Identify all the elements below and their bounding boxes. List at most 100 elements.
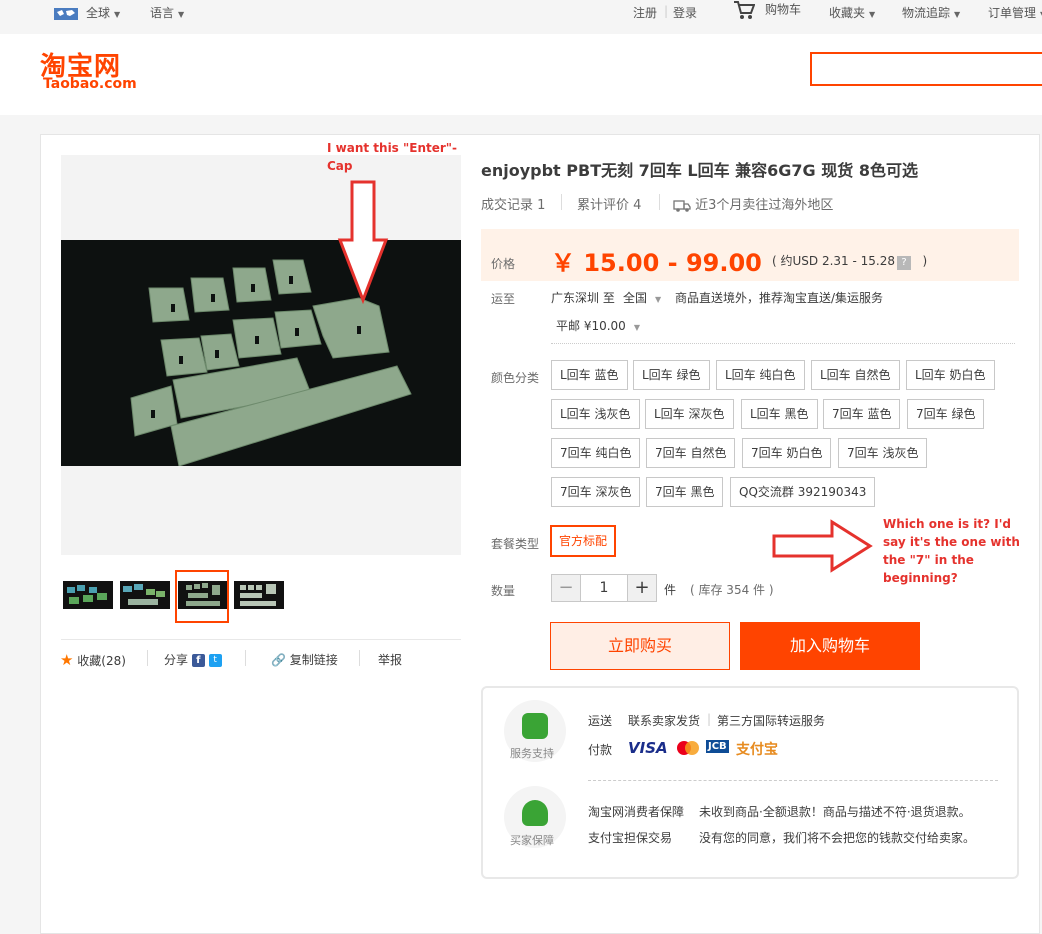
- product-title: enjoypbt PBT无刻 7回车 L回车 兼容6G7G 现货 8色可选: [481, 161, 918, 180]
- world-map-icon: [54, 7, 78, 20]
- mastercard-icon: [677, 741, 699, 755]
- service-pay-label: 付款: [588, 743, 613, 757]
- orders-menu[interactable]: 订单管理▼: [988, 4, 1042, 21]
- twitter-icon[interactable]: t: [208, 654, 222, 667]
- divider: |: [664, 4, 669, 18]
- package-option-selected[interactable]: 官方标配: [550, 525, 617, 557]
- search-input[interactable]: [810, 52, 1042, 86]
- sku-option[interactable]: 7回车 深灰色: [551, 477, 641, 507]
- region-selector[interactable]: 全球 ▼: [54, 4, 120, 21]
- thumbnail-4[interactable]: [234, 581, 284, 609]
- divider: [561, 194, 562, 210]
- caret-down-icon: ▼: [655, 295, 662, 304]
- ship-from: 广东深圳 至: [551, 291, 615, 305]
- package-label: 套餐类型: [491, 537, 540, 551]
- annotation-arrow-right: [772, 519, 873, 573]
- quantity-label: 数量: [491, 584, 516, 598]
- review-count[interactable]: 累计评价 4: [577, 194, 641, 213]
- divider: |: [707, 712, 712, 726]
- alipay-icon: 支付宝: [736, 742, 778, 758]
- taobao-logo-en: Taobao.com: [43, 76, 137, 92]
- color-label: 颜色分类: [491, 371, 540, 385]
- guarantee-1-text: 未收到商品·全额退款！商品与描述不符·退货退款。: [699, 805, 971, 819]
- sku-option[interactable]: L回车 深灰色: [645, 399, 734, 429]
- support-icon: [522, 713, 548, 739]
- sku-option[interactable]: QQ交流群 392190343: [730, 477, 876, 507]
- stock-count: ( 库存 354 件 ): [690, 583, 774, 597]
- cart-link[interactable]: 购物车: [733, 0, 801, 20]
- sku-option[interactable]: 7回车 蓝色: [823, 399, 901, 429]
- sales-record[interactable]: 成交记录 1: [481, 194, 545, 213]
- logistics-menu[interactable]: 物流追踪 ▼: [902, 4, 960, 21]
- facebook-icon[interactable]: f: [191, 654, 205, 667]
- divider: [147, 650, 148, 666]
- price-label: 价格: [491, 257, 516, 271]
- sku-option[interactable]: L回车 绿色: [633, 360, 710, 390]
- annotation-right: Which one is it? I'd say it's the one wi…: [883, 517, 1020, 585]
- guarantee-2-text: 没有您的同意，我们将不会把您的钱款交付给卖家。: [699, 831, 976, 845]
- divider: [659, 194, 660, 210]
- ship-destination-select[interactable]: 全国 ▼: [623, 289, 661, 306]
- overseas-note: 近3个月卖往过海外地区: [673, 194, 833, 213]
- share-button[interactable]: 分享 f t: [164, 651, 222, 668]
- service-ship-value: 联系卖家发货: [628, 714, 701, 728]
- caret-down-icon: ▼: [114, 10, 121, 19]
- register-link[interactable]: 注册: [633, 4, 657, 21]
- guarantee-1-label: 淘宝网消费者保障: [588, 805, 685, 819]
- price-value: ￥ 15.00 - 99.00: [551, 249, 762, 277]
- thumbnail-selection-frame: [175, 570, 229, 623]
- ship-note: 商品直送境外，推荐淘宝直送/集运服务: [675, 291, 884, 305]
- caret-down-icon: ▼: [633, 323, 640, 332]
- star-icon: ★: [60, 651, 74, 669]
- quantity-decrease-button[interactable]: −: [551, 574, 581, 602]
- add-to-cart-button[interactable]: 加入购物车: [740, 622, 920, 670]
- copy-link-button[interactable]: 🔗 复制链接: [271, 651, 338, 668]
- sku-option[interactable]: L回车 浅灰色: [551, 399, 640, 429]
- favorite-button[interactable]: ★ 收藏(28): [60, 651, 126, 669]
- shield-icon: [522, 800, 548, 826]
- caret-down-icon: ▼: [178, 10, 185, 19]
- guarantee-title: 买家保障: [510, 834, 554, 847]
- login-link[interactable]: 登录: [673, 4, 697, 21]
- sku-option[interactable]: 7回车 绿色: [907, 399, 985, 429]
- sku-option[interactable]: 7回车 纯白色: [551, 438, 641, 468]
- report-button[interactable]: 举报: [378, 651, 402, 668]
- quantity-unit: 件: [664, 583, 677, 597]
- language-selector[interactable]: 语言 ▼: [150, 4, 184, 21]
- thumbnail-2[interactable]: [120, 581, 170, 609]
- guarantee-2-label: 支付宝担保交易: [588, 831, 673, 845]
- cart-icon: [734, 1, 756, 19]
- shipping-fee-select[interactable]: 平邮 ¥10.00 ▼: [556, 317, 640, 334]
- sku-option[interactable]: L回车 自然色: [811, 360, 900, 390]
- caret-down-icon: ▼: [869, 10, 876, 19]
- sku-option[interactable]: 7回车 黑色: [646, 477, 724, 507]
- help-icon[interactable]: ?: [896, 256, 911, 270]
- sku-option[interactable]: L回车 黑色: [741, 399, 818, 429]
- sku-option[interactable]: 7回车 自然色: [646, 438, 736, 468]
- annotation-arrow-down: [337, 180, 389, 304]
- favorites-menu[interactable]: 收藏夹 ▼: [829, 4, 875, 21]
- visa-icon: VISA: [628, 739, 668, 757]
- sku-option[interactable]: L回车 奶白色: [906, 360, 995, 390]
- support-title: 服务支持: [510, 747, 554, 760]
- service-ship-value-2: 第三方国际转运服务: [717, 714, 826, 728]
- caret-down-icon: ▼: [954, 10, 961, 19]
- divider: [61, 639, 461, 640]
- divider: [551, 343, 1015, 344]
- service-ship-label: 运送: [588, 714, 613, 728]
- buy-now-button[interactable]: 立即购买: [550, 622, 730, 670]
- link-icon: 🔗: [271, 653, 286, 667]
- quantity-increase-button[interactable]: +: [627, 574, 657, 602]
- sku-option[interactable]: L回车 蓝色: [551, 360, 628, 390]
- sku-option[interactable]: 7回车 奶白色: [742, 438, 832, 468]
- divider: [245, 650, 246, 666]
- price-usd: ( 约USD 2.31 - 15.28? ): [772, 254, 928, 270]
- sku-option[interactable]: L回车 纯白色: [716, 360, 805, 390]
- sku-option[interactable]: 7回车 浅灰色: [838, 438, 928, 468]
- divider: [359, 650, 360, 666]
- quantity-input[interactable]: 1: [580, 574, 628, 602]
- ship-label: 运至: [491, 292, 516, 306]
- keycap-product-image[interactable]: [61, 240, 461, 466]
- divider: [588, 780, 998, 781]
- thumbnail-1[interactable]: [63, 581, 113, 609]
